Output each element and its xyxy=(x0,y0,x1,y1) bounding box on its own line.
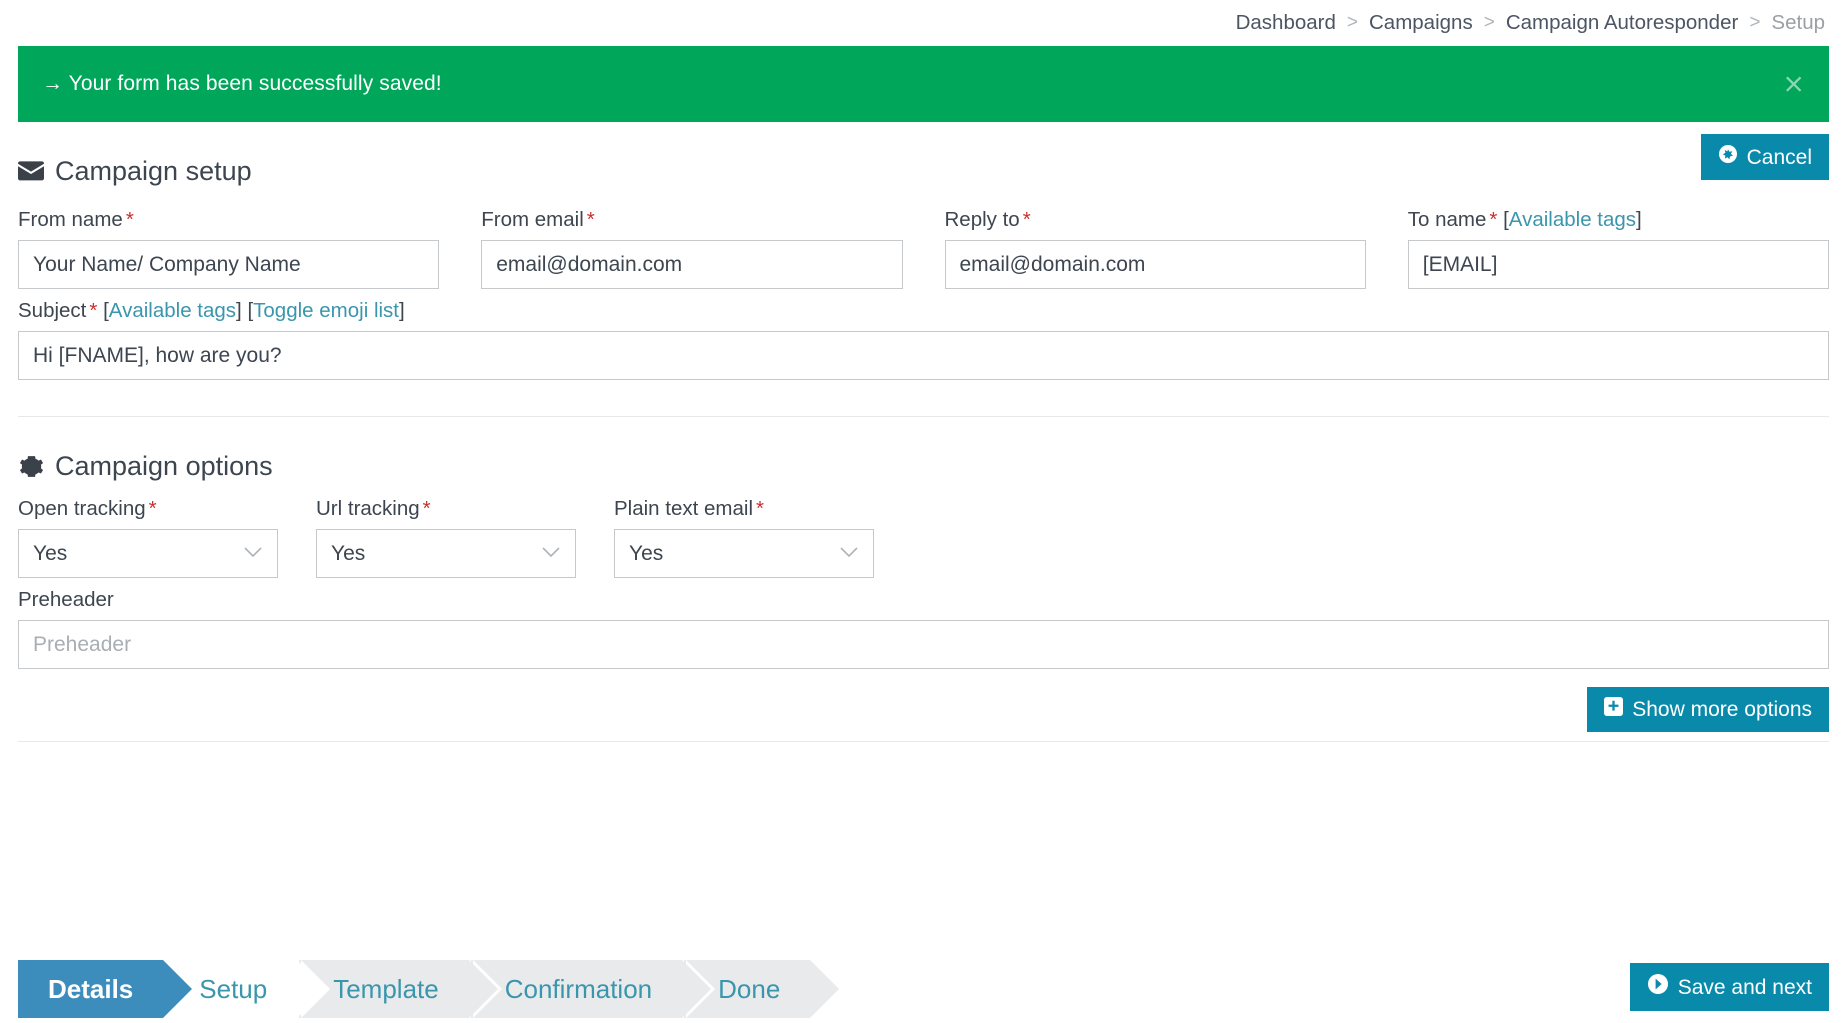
wizard-step-label: Template xyxy=(333,973,439,1004)
save-and-next-button[interactable]: Save and next xyxy=(1629,963,1829,1012)
show-more-row: Show more options xyxy=(18,679,1829,735)
preheader-input[interactable] xyxy=(18,620,1829,669)
cancel-button-label: Cancel xyxy=(1746,145,1812,169)
envelope-icon xyxy=(18,158,44,184)
toggle-emoji-list-link[interactable]: Toggle emoji list xyxy=(253,299,399,322)
from-email-input[interactable] xyxy=(481,240,903,289)
campaign-options-form: Open tracking* Url tracking* xyxy=(0,497,1847,735)
breadcrumb-item-setup: Setup xyxy=(1771,11,1825,34)
field-subject: Subject * [Available tags] [Toggle emoji … xyxy=(18,299,1829,380)
to-name-input[interactable] xyxy=(1407,240,1829,289)
plain-text-email-select-wrap xyxy=(614,529,874,578)
open-tracking-label: Open tracking * xyxy=(18,497,157,520)
to-name-available-tags-link[interactable]: Available tags xyxy=(1509,208,1636,231)
campaign-setup-header: Campaign setup Cancel xyxy=(0,134,1847,198)
from-name-label: From name * xyxy=(18,208,134,231)
page-title: Campaign setup xyxy=(55,155,252,186)
campaign-options-header: Campaign options xyxy=(0,439,1847,493)
field-open-tracking: Open tracking * xyxy=(18,497,278,578)
campaign-options-title: Campaign options xyxy=(55,450,273,481)
gear-icon xyxy=(18,453,44,479)
save-and-next-label: Save and next xyxy=(1677,975,1812,999)
subject-label: Subject * [Available tags] [Toggle emoji … xyxy=(18,299,405,322)
reply-to-label: Reply to * xyxy=(944,208,1031,231)
tracking-options-row: Open tracking* Url tracking* xyxy=(18,497,1829,578)
wizard-step-label: Details xyxy=(48,973,134,1004)
field-from-email: From email * xyxy=(481,208,903,289)
field-preheader: Preheader xyxy=(18,588,1829,669)
cancel-button[interactable]: Cancel xyxy=(1700,134,1829,181)
preheader-label: Preheader xyxy=(18,588,114,611)
footer-divider xyxy=(18,741,1829,742)
from-email-label: From email * xyxy=(481,208,595,231)
field-to-name: To name * [Available tags] xyxy=(1407,208,1829,289)
url-tracking-select[interactable] xyxy=(316,529,576,578)
breadcrumb-separator: > xyxy=(1346,12,1358,33)
open-tracking-select[interactable] xyxy=(18,529,278,578)
wizard-step-confirmation[interactable]: Confirmation xyxy=(470,960,716,1018)
campaign-setup-form: From name* From email* Reply to* To name… xyxy=(0,208,1847,380)
wizard-steps: Details Setup Template Confirmation Done xyxy=(18,960,844,1018)
close-icon[interactable]: × xyxy=(1782,71,1805,98)
success-alert-message: → Your form has been successfully saved! xyxy=(42,72,442,95)
page-root: Dashboard > Campaigns > Campaign Autores… xyxy=(0,0,1847,1023)
breadcrumb-separator: > xyxy=(1483,12,1495,33)
success-alert: → Your form has been successfully saved!… xyxy=(18,46,1829,122)
breadcrumb-item-dashboard[interactable]: Dashboard xyxy=(1236,11,1336,35)
wizard-step-label: Setup xyxy=(199,973,268,1004)
url-tracking-label: Url tracking * xyxy=(316,497,431,520)
wizard-step-details[interactable]: Details xyxy=(18,960,197,1018)
field-from-name: From name * xyxy=(18,208,440,289)
section-divider xyxy=(18,416,1829,417)
to-name-label: To name * [Available tags] xyxy=(1407,208,1642,231)
field-plain-text-email: Plain text email * xyxy=(614,497,874,578)
form-row-subject: Subject * [Available tags] [Toggle emoji … xyxy=(18,299,1829,380)
subject-available-tags-link[interactable]: Available tags xyxy=(109,299,236,322)
form-row-sender: From name* From email* Reply to* To name… xyxy=(18,208,1829,289)
show-more-options-label: Show more options xyxy=(1632,698,1812,721)
plus-square-icon xyxy=(1604,697,1624,722)
show-more-options-button[interactable]: Show more options xyxy=(1587,687,1829,733)
field-url-tracking: Url tracking * xyxy=(316,497,576,578)
breadcrumb-item-campaign-autoresponder[interactable]: Campaign Autoresponder xyxy=(1506,11,1739,35)
open-tracking-select-wrap xyxy=(18,529,278,578)
plain-text-email-select[interactable] xyxy=(614,529,874,578)
wizard-step-label: Confirmation xyxy=(504,973,653,1004)
arrow-circle-right-icon xyxy=(1647,973,1669,1001)
reply-to-input[interactable] xyxy=(944,240,1366,289)
breadcrumb-separator: > xyxy=(1749,12,1761,33)
wizard-footer: Details Setup Template Confirmation Done… xyxy=(0,955,1847,1023)
subject-input[interactable] xyxy=(18,331,1829,380)
form-row-preheader: Preheader xyxy=(18,588,1829,669)
url-tracking-select-wrap xyxy=(316,529,576,578)
ban-circle-icon xyxy=(1718,144,1738,170)
plain-text-email-label: Plain text email * xyxy=(614,497,764,520)
from-name-input[interactable] xyxy=(18,240,440,289)
breadcrumb-item-campaigns[interactable]: Campaigns xyxy=(1369,11,1473,35)
wizard-step-label: Done xyxy=(718,973,781,1004)
breadcrumb: Dashboard > Campaigns > Campaign Autores… xyxy=(0,0,1847,46)
field-reply-to: Reply to * xyxy=(944,208,1366,289)
